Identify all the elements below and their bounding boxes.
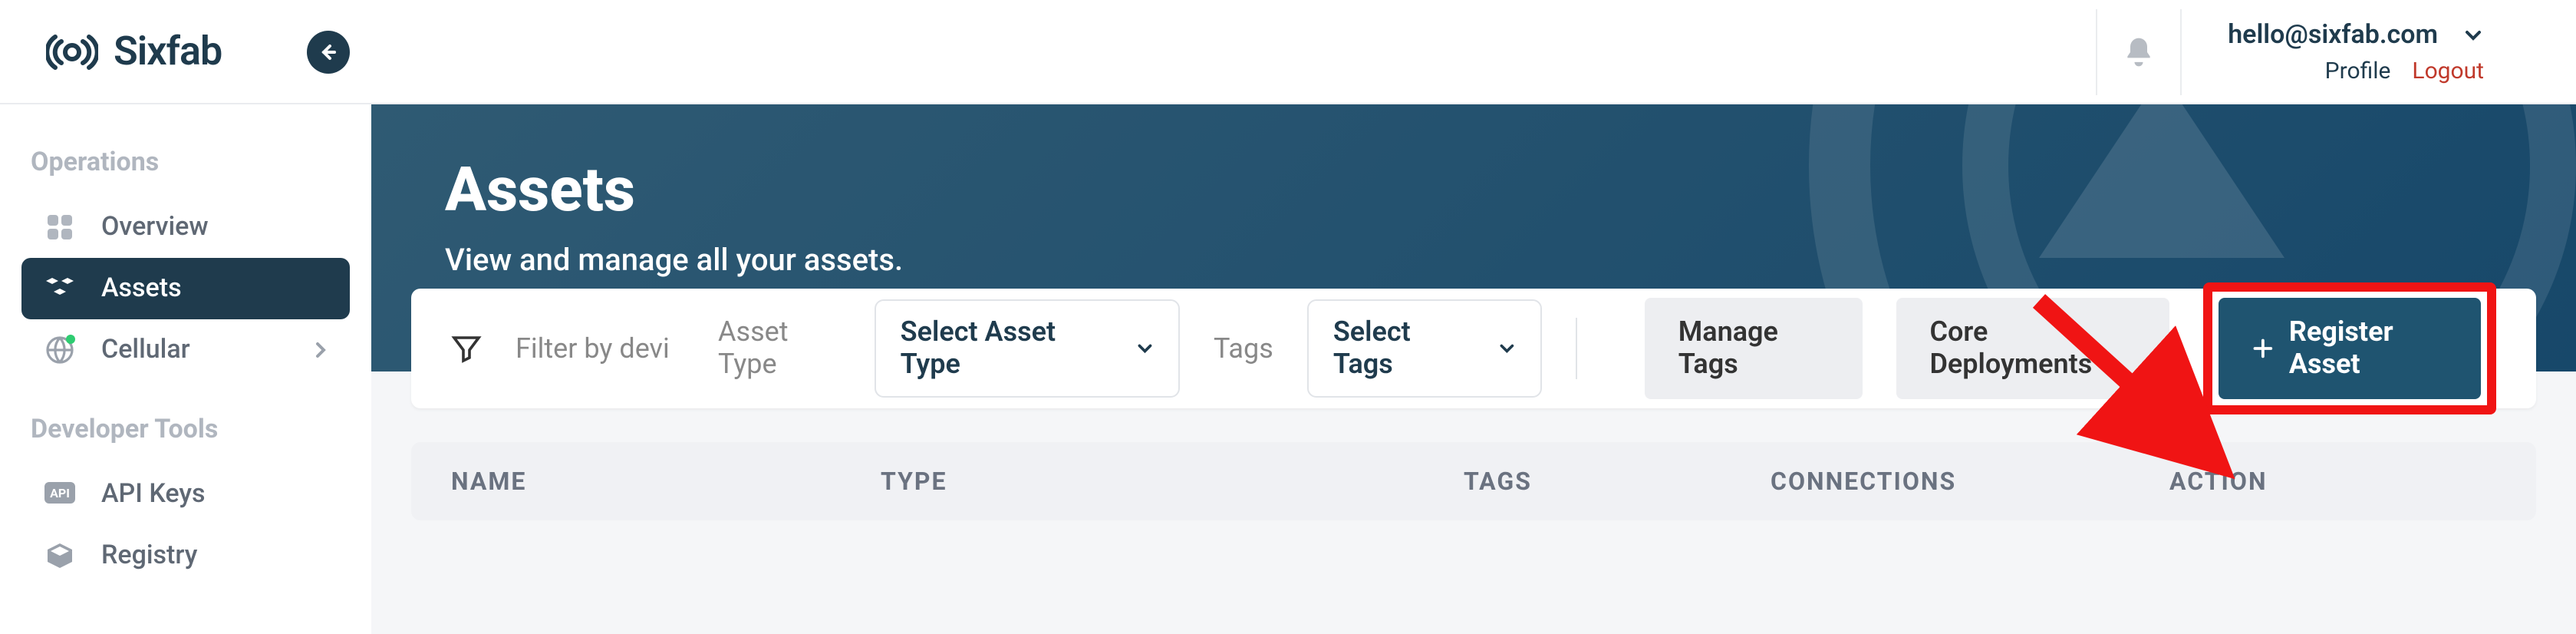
sidebar-item-label: Cellular <box>101 335 190 365</box>
filter-icon <box>451 333 482 364</box>
sidebar-item-apikeys[interactable]: API API Keys <box>21 464 350 525</box>
sidebar-item-label: Registry <box>101 540 197 571</box>
annotation-highlight: Register Asset <box>2203 282 2496 414</box>
col-type: TYPE <box>881 467 1464 496</box>
chevron-down-icon <box>1497 338 1516 359</box>
logo-icon <box>46 30 98 73</box>
table-header: NAME TYPE TAGS CONNECTIONS ACTION <box>411 442 2536 520</box>
logo[interactable]: Sixfab <box>46 28 222 74</box>
grid-icon <box>43 213 77 241</box>
chevron-down-icon <box>2462 24 2484 45</box>
tags-select[interactable]: Select Tags <box>1307 299 1542 398</box>
asset-type-select[interactable]: Select Asset Type <box>875 299 1180 398</box>
manage-tags-button[interactable]: Manage Tags <box>1645 298 1863 399</box>
sidebar-item-label: Assets <box>101 273 182 304</box>
sidebar-item-label: Overview <box>101 212 209 243</box>
api-icon: API <box>43 482 77 507</box>
chevron-right-icon <box>313 341 328 359</box>
notifications-button[interactable] <box>2096 8 2182 94</box>
box-icon <box>43 542 77 570</box>
col-connections: CONNECTIONS <box>1771 467 2169 496</box>
main-content: Assets View and manage all your assets. … <box>371 104 2576 634</box>
app-header: Sixfab hello@sixfab.com Profile Logout <box>0 0 2576 104</box>
col-tags: TAGS <box>1464 467 1771 496</box>
sidebar-item-cellular[interactable]: Cellular <box>21 319 350 381</box>
cubes-icon <box>43 275 77 302</box>
chevron-down-icon <box>1135 338 1154 359</box>
filter-input[interactable] <box>516 332 684 365</box>
sidebar-section-operations: Operations <box>21 135 350 196</box>
bell-icon <box>2122 35 2156 68</box>
core-deployments-button[interactable]: Core Deployments <box>1896 298 2169 399</box>
globe-icon <box>43 335 77 365</box>
tags-label: Tags <box>1214 332 1273 365</box>
sidebar: Operations Overview Assets Cellular <box>0 104 371 634</box>
svg-text:API: API <box>50 486 70 500</box>
divider <box>1576 318 1577 379</box>
sidebar-section-devtools: Developer Tools <box>21 402 350 464</box>
asset-type-label: Asset Type <box>718 316 841 381</box>
back-button[interactable] <box>306 30 349 73</box>
logo-text: Sixfab <box>114 28 222 74</box>
user-menu[interactable]: hello@sixfab.com Profile Logout <box>2182 0 2530 104</box>
sidebar-item-assets[interactable]: Assets <box>21 258 350 319</box>
plus-icon <box>2252 336 2274 361</box>
user-email: hello@sixfab.com <box>2228 19 2438 50</box>
toolbar: Asset Type Select Asset Type Tags Select… <box>411 289 2536 408</box>
profile-link[interactable]: Profile <box>2325 56 2391 84</box>
col-action: ACTION <box>2169 467 2268 496</box>
logout-link[interactable]: Logout <box>2412 56 2484 84</box>
register-asset-button[interactable]: Register Asset <box>2219 298 2481 399</box>
sidebar-item-overview[interactable]: Overview <box>21 196 350 258</box>
sidebar-item-label: API Keys <box>101 479 206 510</box>
col-name: NAME <box>451 467 881 496</box>
sidebar-item-registry[interactable]: Registry <box>21 525 350 586</box>
